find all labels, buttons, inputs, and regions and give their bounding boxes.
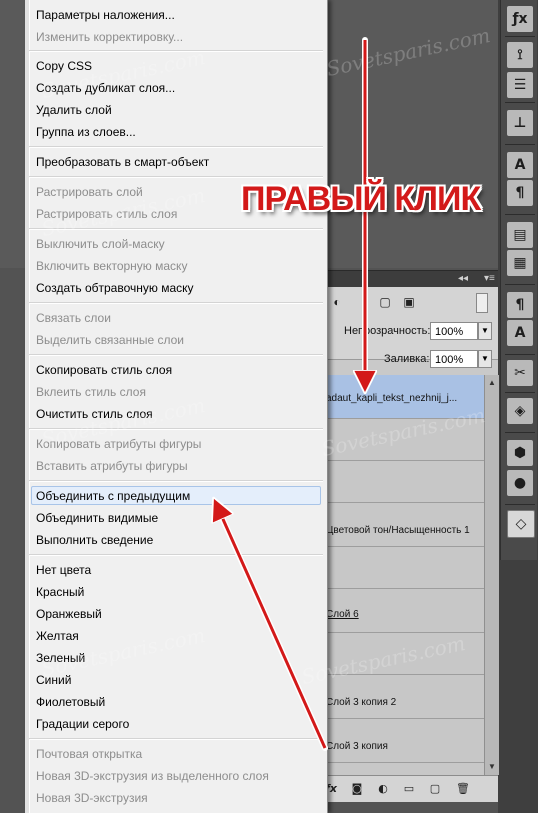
right-click-callout: ПРАВЫЙ КЛИК [241,180,481,218]
annotation-arrows [0,37,538,751]
arrow-to-merge-down [216,504,328,751]
